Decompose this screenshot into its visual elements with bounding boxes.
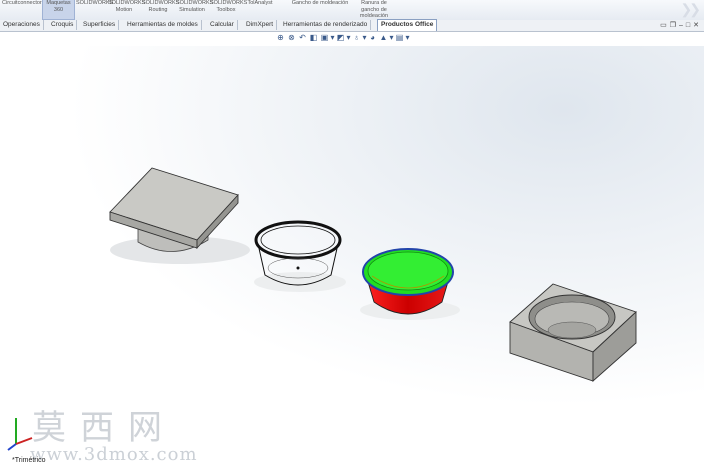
view-orientation-icon[interactable]: ▣ — [319, 33, 330, 42]
window-controls: ▭❐–□✕ — [660, 21, 702, 29]
solidworks-logo-icon: ❯❯ — [680, 1, 702, 17]
ribbon-button-tolanalyst[interactable]: TolAnalyst — [244, 0, 276, 7]
watermark-chinese: 莫西网 — [32, 408, 176, 448]
apply-scene-icon[interactable]: ▲ — [378, 33, 389, 42]
ribbon-button-snap-hook[interactable]: Gancho de moldeación — [288, 0, 352, 7]
ribbon-button-circuits[interactable]: Circuitconnectors — [2, 0, 45, 7]
minimize-icon[interactable]: – — [679, 22, 686, 29]
ribbon-button-solidworks[interactable]: SOLIDWORKS — [76, 0, 113, 7]
view-orientation-label: *Trimétrico — [12, 457, 46, 464]
ribbon-button-simulation[interactable]: SOLIDWORKS Simulation — [176, 0, 213, 13]
display-style-icon[interactable]: ◩ — [335, 33, 346, 42]
watermark-url: www.3dmox.com — [30, 444, 198, 465]
ribbon-button-snap-hook-groove[interactable]: Ranura de gancho de moldeación — [356, 0, 392, 20]
view-settings-icon[interactable]: ▤ — [394, 33, 405, 42]
tab-productos-office[interactable]: Productos Office — [377, 19, 438, 31]
heads-up-view-toolbar: ⊕ ⊗ ↶ ◧ ▣ ▾ ◩ ▾ ♁ ▾ ◕ ▲ ▾ ▤ ▾ — [275, 33, 410, 45]
hide-show-items-icon[interactable]: ♁ — [351, 33, 362, 42]
ribbon-button-routing[interactable]: SOLIDWORKS Routing — [142, 0, 179, 13]
ribbon-button-motion[interactable]: SOLIDWORKS Motion — [108, 0, 145, 13]
previous-view-icon[interactable]: ↶ — [297, 33, 308, 42]
section-view-icon[interactable]: ◧ — [308, 33, 319, 42]
command-manager-tabs: Operaciones Croquis Superficies Herramie… — [0, 19, 704, 32]
ribbon-button-360[interactable]: Maquetas 360 — [42, 0, 75, 20]
close-icon[interactable]: ✕ — [693, 22, 702, 29]
zoom-to-fit-icon[interactable]: ⊕ — [275, 33, 286, 42]
tab-dimxpert[interactable]: DimXpert — [243, 20, 278, 30]
restore-icon[interactable]: ❐ — [670, 22, 679, 29]
tab-operaciones[interactable]: Operaciones — [0, 20, 44, 30]
tab-herramientas-moldes[interactable]: Herramientas de moldes — [124, 20, 202, 30]
command-manager-ribbon: Circuitconnectors Maquetas 360 SOLIDWORK… — [0, 0, 704, 21]
tab-croquis[interactable]: Croquis — [48, 20, 78, 30]
zoom-to-area-icon[interactable]: ⊗ — [286, 33, 297, 42]
edit-appearance-icon[interactable]: ◕ — [367, 33, 378, 42]
tab-superficies[interactable]: Superficies — [80, 20, 120, 30]
tab-calcular[interactable]: Calcular — [207, 20, 238, 30]
ribbon-button-toolbox[interactable]: SOLIDWORKS Toolbox — [210, 0, 247, 13]
tab-herramientas-renderizado[interactable]: Herramientas de renderizado — [280, 20, 372, 30]
dropdown-icon[interactable]: ▾ — [405, 33, 410, 42]
tile-icon[interactable]: ▭ — [660, 22, 670, 29]
